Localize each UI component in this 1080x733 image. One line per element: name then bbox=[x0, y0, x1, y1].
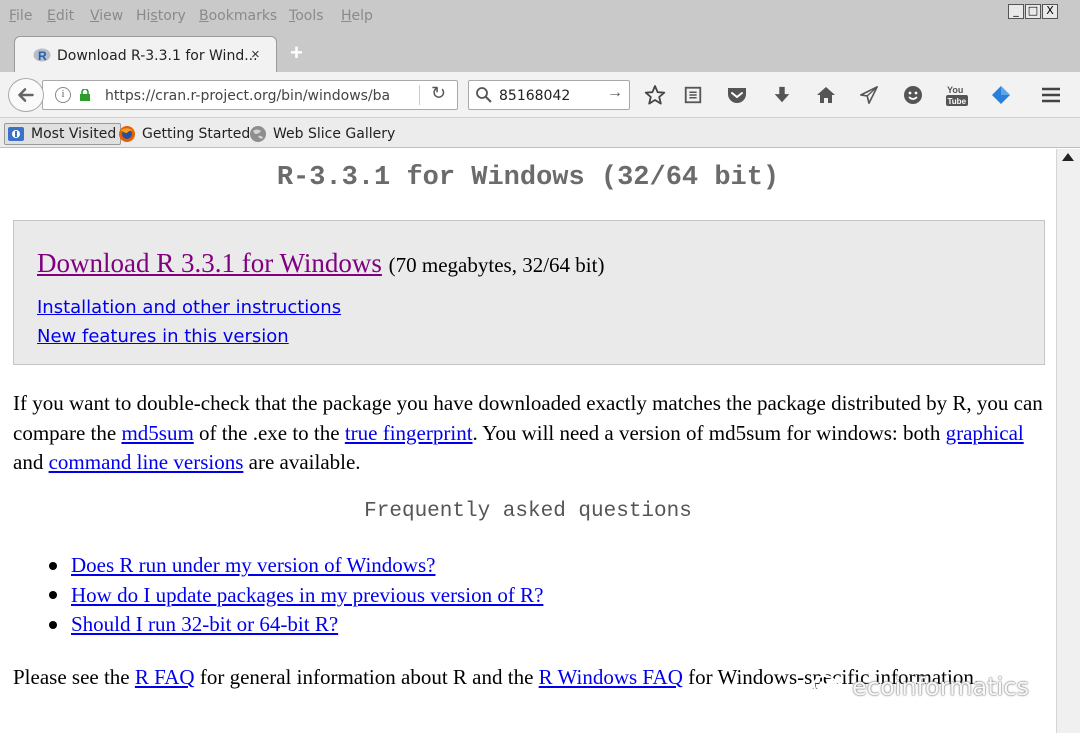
r-logo-icon: R bbox=[33, 48, 51, 63]
bullet bbox=[49, 561, 57, 570]
search-input[interactable]: 85168042 bbox=[499, 88, 570, 104]
faq-link-update-packages[interactable]: How do I update packages in my previous … bbox=[71, 583, 543, 608]
text: are available. bbox=[243, 450, 361, 474]
svg-text:R: R bbox=[38, 49, 47, 63]
pocket-icon[interactable] bbox=[726, 84, 748, 106]
youtube-icon[interactable]: You Tube bbox=[945, 82, 971, 108]
r-windows-faq-link[interactable]: R Windows FAQ bbox=[539, 665, 683, 689]
new-features-link[interactable]: New features in this version bbox=[37, 326, 289, 347]
tab-bar: R Download R-3.3.1 for Wind... × + bbox=[0, 32, 1080, 72]
text: . You will need a version of md5sum for … bbox=[472, 420, 946, 445]
maximize-button[interactable]: □ bbox=[1025, 4, 1041, 19]
star-icon[interactable] bbox=[644, 84, 666, 106]
bookmark-most-visited[interactable]: Most Visited bbox=[4, 123, 122, 145]
svg-text:Tube: Tube bbox=[948, 97, 967, 106]
list-item: Should I run 32-bit or 64-bit R? bbox=[49, 610, 543, 640]
diamond-icon[interactable] bbox=[990, 84, 1012, 106]
reading-list-icon[interactable] bbox=[682, 84, 704, 106]
menu-file[interactable]: File bbox=[9, 8, 32, 24]
download-main: Download R 3.3.1 for Windows (70 megabyt… bbox=[37, 248, 604, 279]
send-icon[interactable] bbox=[858, 84, 880, 106]
search-go-icon[interactable]: → bbox=[607, 84, 623, 102]
close-window-button[interactable]: X bbox=[1042, 4, 1058, 19]
most-visited-icon bbox=[8, 127, 24, 141]
back-arrow-icon bbox=[18, 88, 34, 102]
download-r-link[interactable]: Download R 3.3.1 for Windows bbox=[37, 248, 382, 278]
search-icon bbox=[476, 87, 492, 103]
watermark: ecoinformatics bbox=[812, 673, 1029, 701]
search-bar[interactable]: 85168042 → bbox=[468, 80, 630, 110]
checksum-paragraph: If you want to double-check that the pac… bbox=[13, 389, 1048, 478]
back-button[interactable] bbox=[8, 78, 44, 112]
faq-list: Does R run under my version of Windows? … bbox=[49, 551, 543, 640]
url-separator bbox=[419, 85, 420, 105]
r-faq-link[interactable]: R FAQ bbox=[135, 665, 195, 689]
menu-help[interactable]: Help bbox=[341, 8, 373, 24]
graphical-link[interactable]: graphical bbox=[946, 421, 1024, 445]
menu-tools[interactable]: Tools bbox=[289, 8, 324, 24]
list-item: How do I update packages in my previous … bbox=[49, 581, 543, 611]
page-title: R-3.3.1 for Windows (32/64 bit) bbox=[276, 163, 780, 193]
watermark-text: ecoinformatics bbox=[852, 673, 1029, 701]
bullet bbox=[49, 591, 57, 600]
new-tab-button[interactable]: + bbox=[290, 40, 303, 66]
text: and bbox=[13, 450, 49, 474]
page-content: R-3.3.1 for Windows (32/64 bit) Download… bbox=[0, 149, 1056, 733]
tab-r-download[interactable]: R Download R-3.3.1 for Wind... × bbox=[14, 36, 277, 72]
window-controls: _ □ X bbox=[1007, 4, 1058, 19]
tab-title: Download R-3.3.1 for Wind... bbox=[57, 48, 258, 64]
command-line-versions-link[interactable]: command line versions bbox=[49, 450, 244, 474]
menu-bookmarks[interactable]: Bookmarks bbox=[199, 8, 277, 24]
menu-view[interactable]: View bbox=[90, 8, 123, 24]
faq-heading: Frequently asked questions bbox=[364, 500, 692, 523]
minimize-button[interactable]: _ bbox=[1008, 4, 1024, 19]
info-icon[interactable]: i bbox=[55, 87, 71, 103]
md5sum-link[interactable]: md5sum bbox=[121, 421, 193, 445]
faq-link-windows-version[interactable]: Does R run under my version of Windows? bbox=[71, 553, 435, 578]
download-box: Download R 3.3.1 for Windows (70 megabyt… bbox=[13, 220, 1045, 365]
faq-link-32-or-64-bit[interactable]: Should I run 32-bit or 64-bit R? bbox=[71, 612, 338, 637]
bookmarks-bar: Most Visited Getting Started Web Slice G… bbox=[0, 118, 1080, 148]
bookmark-label: Getting Started bbox=[142, 126, 251, 142]
lock-icon bbox=[80, 89, 90, 101]
scrollbar[interactable] bbox=[1056, 149, 1080, 733]
bookmark-getting-started[interactable]: Getting Started bbox=[118, 123, 250, 145]
menu-history[interactable]: History bbox=[136, 8, 186, 24]
installation-instructions-link[interactable]: Installation and other instructions bbox=[37, 297, 341, 318]
firefox-icon bbox=[119, 126, 135, 142]
text: of the .exe to the bbox=[193, 420, 345, 445]
bullet bbox=[49, 620, 57, 629]
url-text[interactable]: https://cran.r-project.org/bin/windows/b… bbox=[105, 88, 389, 104]
text: Please see the bbox=[13, 665, 135, 689]
svg-text:You: You bbox=[947, 85, 963, 95]
home-icon[interactable] bbox=[815, 84, 837, 106]
globe-icon bbox=[250, 126, 266, 142]
nav-bar: i https://cran.r-project.org/bin/windows… bbox=[0, 72, 1080, 118]
bookmark-label: Web Slice Gallery bbox=[273, 126, 396, 142]
wechat-icon bbox=[813, 675, 845, 699]
url-bar[interactable]: i https://cran.r-project.org/bin/windows… bbox=[42, 80, 458, 110]
list-item: Does R run under my version of Windows? bbox=[49, 551, 543, 581]
download-size: (70 megabytes, 32/64 bit) bbox=[388, 253, 605, 277]
reload-icon[interactable]: ↻ bbox=[431, 83, 446, 104]
chat-icon[interactable] bbox=[902, 84, 924, 106]
menu-icon[interactable] bbox=[1040, 84, 1062, 106]
scroll-up-arrow-icon[interactable] bbox=[1062, 153, 1074, 161]
download-icon[interactable] bbox=[771, 84, 793, 106]
menu-edit[interactable]: Edit bbox=[47, 8, 74, 24]
true-fingerprint-link[interactable]: true fingerprint bbox=[345, 421, 473, 445]
tab-close-icon[interactable]: × bbox=[251, 46, 260, 63]
bookmark-label: Most Visited bbox=[31, 126, 117, 142]
text: for general information about R and the bbox=[194, 665, 539, 689]
bookmark-web-slice-gallery[interactable]: Web Slice Gallery bbox=[249, 123, 395, 145]
menu-bar: File Edit View History Bookmarks Tools H… bbox=[0, 0, 1080, 32]
